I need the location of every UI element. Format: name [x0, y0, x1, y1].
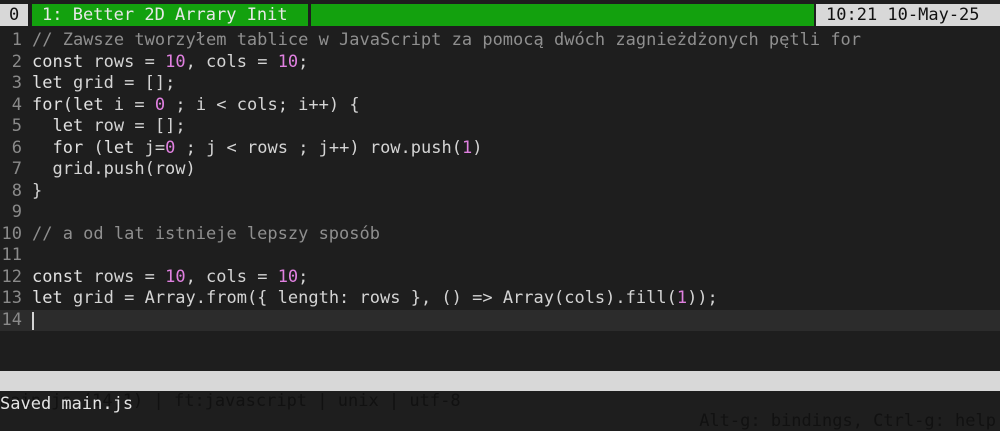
code-line[interactable]: 11: [0, 245, 1000, 267]
line-code[interactable]: for(let i = 0 ; i < cols; i++) {: [32, 95, 360, 117]
line-number: 7: [11, 159, 22, 179]
code-line[interactable]: 6 for (let j=0 ; j < rows ; j++) row.pus…: [0, 138, 1000, 160]
line-code[interactable]: const rows = 10, cols = 10;: [32, 267, 308, 289]
line-code[interactable]: for (let j=0 ; j < rows ; j++) row.push(…: [32, 138, 482, 160]
line-number: 4: [11, 94, 22, 115]
text-cursor: [32, 311, 34, 330]
line-number: 5: [11, 116, 22, 136]
line-code[interactable]: // Zawsze tworzyłem tablice w JavaScript…: [32, 30, 861, 52]
code-line[interactable]: 7 grid.push(row): [0, 159, 1000, 181]
code-editor[interactable]: 1 // Zawsze tworzyłem tablice w JavaScrip…: [0, 26, 1000, 370]
code-line[interactable]: 12 const rows = 10, cols = 10;: [0, 267, 1000, 289]
code-line[interactable]: 14: [0, 309, 1000, 331]
line-number: 11: [1, 245, 22, 265]
code-line[interactable]: 13 let grid = Array.from({ length: rows }…: [0, 288, 1000, 310]
line-number: 13: [1, 288, 22, 308]
line-number: 8: [11, 180, 22, 201]
code-line[interactable]: 4 for(let i = 0 ; i < cols; i++) {: [0, 95, 1000, 117]
line-code[interactable]: const rows = 10, cols = 10;: [32, 52, 308, 74]
line-number: 6: [11, 137, 22, 158]
tab-bar-fill: [311, 4, 814, 26]
line-code[interactable]: let row = [];: [32, 116, 185, 138]
code-line[interactable]: 3 let grid = [];: [0, 73, 1000, 95]
line-code[interactable]: // a od lat istnieje lepszy sposób: [32, 224, 380, 246]
tab-index[interactable]: 0: [0, 4, 28, 26]
line-code[interactable]: grid.push(row): [32, 159, 195, 181]
line-number: 1: [11, 30, 22, 50]
code-line[interactable]: 9: [0, 202, 1000, 224]
tab-active-title[interactable]: 1: Better 2D Arrary Init: [32, 4, 308, 26]
line-number: 12: [1, 266, 22, 287]
code-line[interactable]: 8}: [0, 181, 1000, 203]
tab-bar: 0 1: Better 2D Arrary Init 10:21 10-May-…: [0, 0, 1000, 26]
line-number: 2: [11, 51, 22, 72]
status-bar: main.js (14,1) | ft:javascript | unix | …: [0, 371, 1000, 431]
code-line[interactable]: 2 const rows = 10, cols = 10;: [0, 52, 1000, 74]
line-code[interactable]: }: [32, 181, 42, 203]
code-line[interactable]: 10 // a od lat istnieje lepszy sposób: [0, 224, 1000, 246]
message-bar: Saved main.js: [0, 394, 134, 414]
line-number: 14: [1, 309, 22, 330]
line-code[interactable]: let grid = Array.from({ length: rows }, …: [32, 288, 718, 310]
line-number: 10: [1, 223, 22, 244]
line-code[interactable]: let grid = [];: [32, 73, 175, 95]
code-line[interactable]: 5 let row = [];: [0, 116, 1000, 138]
line-number: 3: [11, 73, 22, 93]
line-number: 9: [11, 202, 22, 222]
clock: 10:21 10-May-25: [816, 4, 1000, 26]
code-line[interactable]: 1 // Zawsze tworzyłem tablice w JavaScrip…: [0, 30, 1000, 52]
